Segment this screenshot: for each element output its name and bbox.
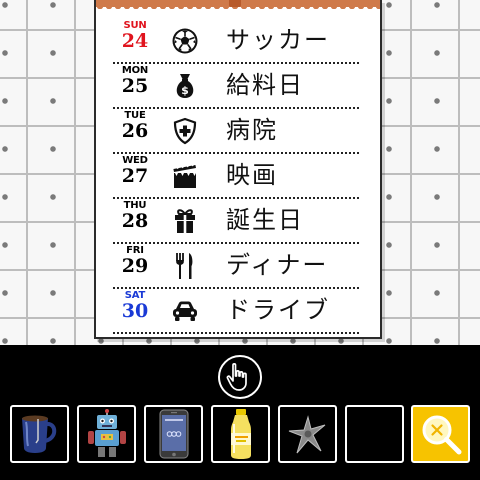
day-cell: THU 28 bbox=[117, 201, 153, 231]
cross-part-icon bbox=[288, 415, 325, 454]
calendar[interactable]: SUN 24 サッカー MON 25 $ 給料日 TUE 26 病院 WED 2… bbox=[94, 0, 382, 339]
event-label: 映画 bbox=[226, 161, 278, 189]
date-number: 28 bbox=[121, 210, 149, 232]
inventory-slot-magnifier[interactable] bbox=[411, 405, 470, 463]
day-cell: WED 27 bbox=[117, 156, 153, 186]
inventory-slot-mug[interactable] bbox=[10, 405, 69, 463]
calendar-row-tue: TUE 26 病院 bbox=[113, 109, 359, 154]
inventory-slot-bottle[interactable] bbox=[211, 405, 270, 463]
soccer-ball-icon bbox=[170, 26, 200, 56]
money-bag-icon: $ bbox=[170, 71, 200, 101]
date-number: 24 bbox=[121, 30, 149, 52]
calendar-row-wed: WED 27 映画 bbox=[113, 154, 359, 199]
date-number: 29 bbox=[121, 255, 149, 277]
fork-knife-icon bbox=[170, 251, 200, 281]
day-cell: TUE 26 bbox=[117, 111, 153, 141]
event-label: 給料日 bbox=[226, 71, 304, 99]
robot-icon bbox=[87, 409, 126, 457]
inventory-slot-part[interactable] bbox=[278, 405, 337, 463]
event-label: 病院 bbox=[226, 116, 278, 144]
medical-shield-icon bbox=[170, 116, 200, 146]
date-number: 26 bbox=[121, 120, 149, 142]
car-icon bbox=[170, 296, 200, 326]
date-number: 30 bbox=[121, 300, 149, 322]
day-cell: MON 25 bbox=[117, 66, 153, 96]
date-number: 27 bbox=[121, 165, 149, 187]
inventory-slot-phone[interactable] bbox=[144, 405, 203, 463]
event-label: サッカー bbox=[226, 26, 330, 54]
event-label: 誕生日 bbox=[226, 206, 304, 234]
calendar-row-fri: FRI 29 ディナー bbox=[113, 244, 359, 289]
inventory-bar bbox=[0, 345, 480, 480]
date-number: 25 bbox=[121, 75, 149, 97]
calendar-row-sat: SAT 30 ドライブ bbox=[113, 289, 359, 334]
svg-text:$: $ bbox=[181, 84, 189, 97]
calendar-row-mon: MON 25 $ 給料日 bbox=[113, 64, 359, 109]
event-label: ドライブ bbox=[226, 296, 330, 324]
bottle-icon bbox=[230, 409, 251, 459]
hand-pointer-button[interactable] bbox=[218, 355, 262, 399]
calendar-row-thu: THU 28 誕生日 bbox=[113, 199, 359, 244]
day-cell: SUN 24 bbox=[117, 21, 153, 51]
phone-icon bbox=[159, 409, 188, 459]
magnifier-icon bbox=[422, 415, 461, 455]
clapperboard-icon bbox=[170, 161, 200, 191]
gift-icon bbox=[170, 206, 200, 236]
day-cell: SAT 30 bbox=[117, 291, 153, 321]
calendar-clip bbox=[229, 0, 241, 7]
mug-icon bbox=[21, 415, 56, 453]
inventory-slot-empty[interactable] bbox=[345, 405, 404, 463]
calendar-row-sun: SUN 24 サッカー bbox=[113, 19, 359, 64]
hand-pointer-icon bbox=[226, 363, 247, 391]
event-label: ディナー bbox=[226, 251, 329, 279]
inventory-slot-robot[interactable] bbox=[77, 405, 136, 463]
day-cell: FRI 29 bbox=[117, 246, 153, 276]
